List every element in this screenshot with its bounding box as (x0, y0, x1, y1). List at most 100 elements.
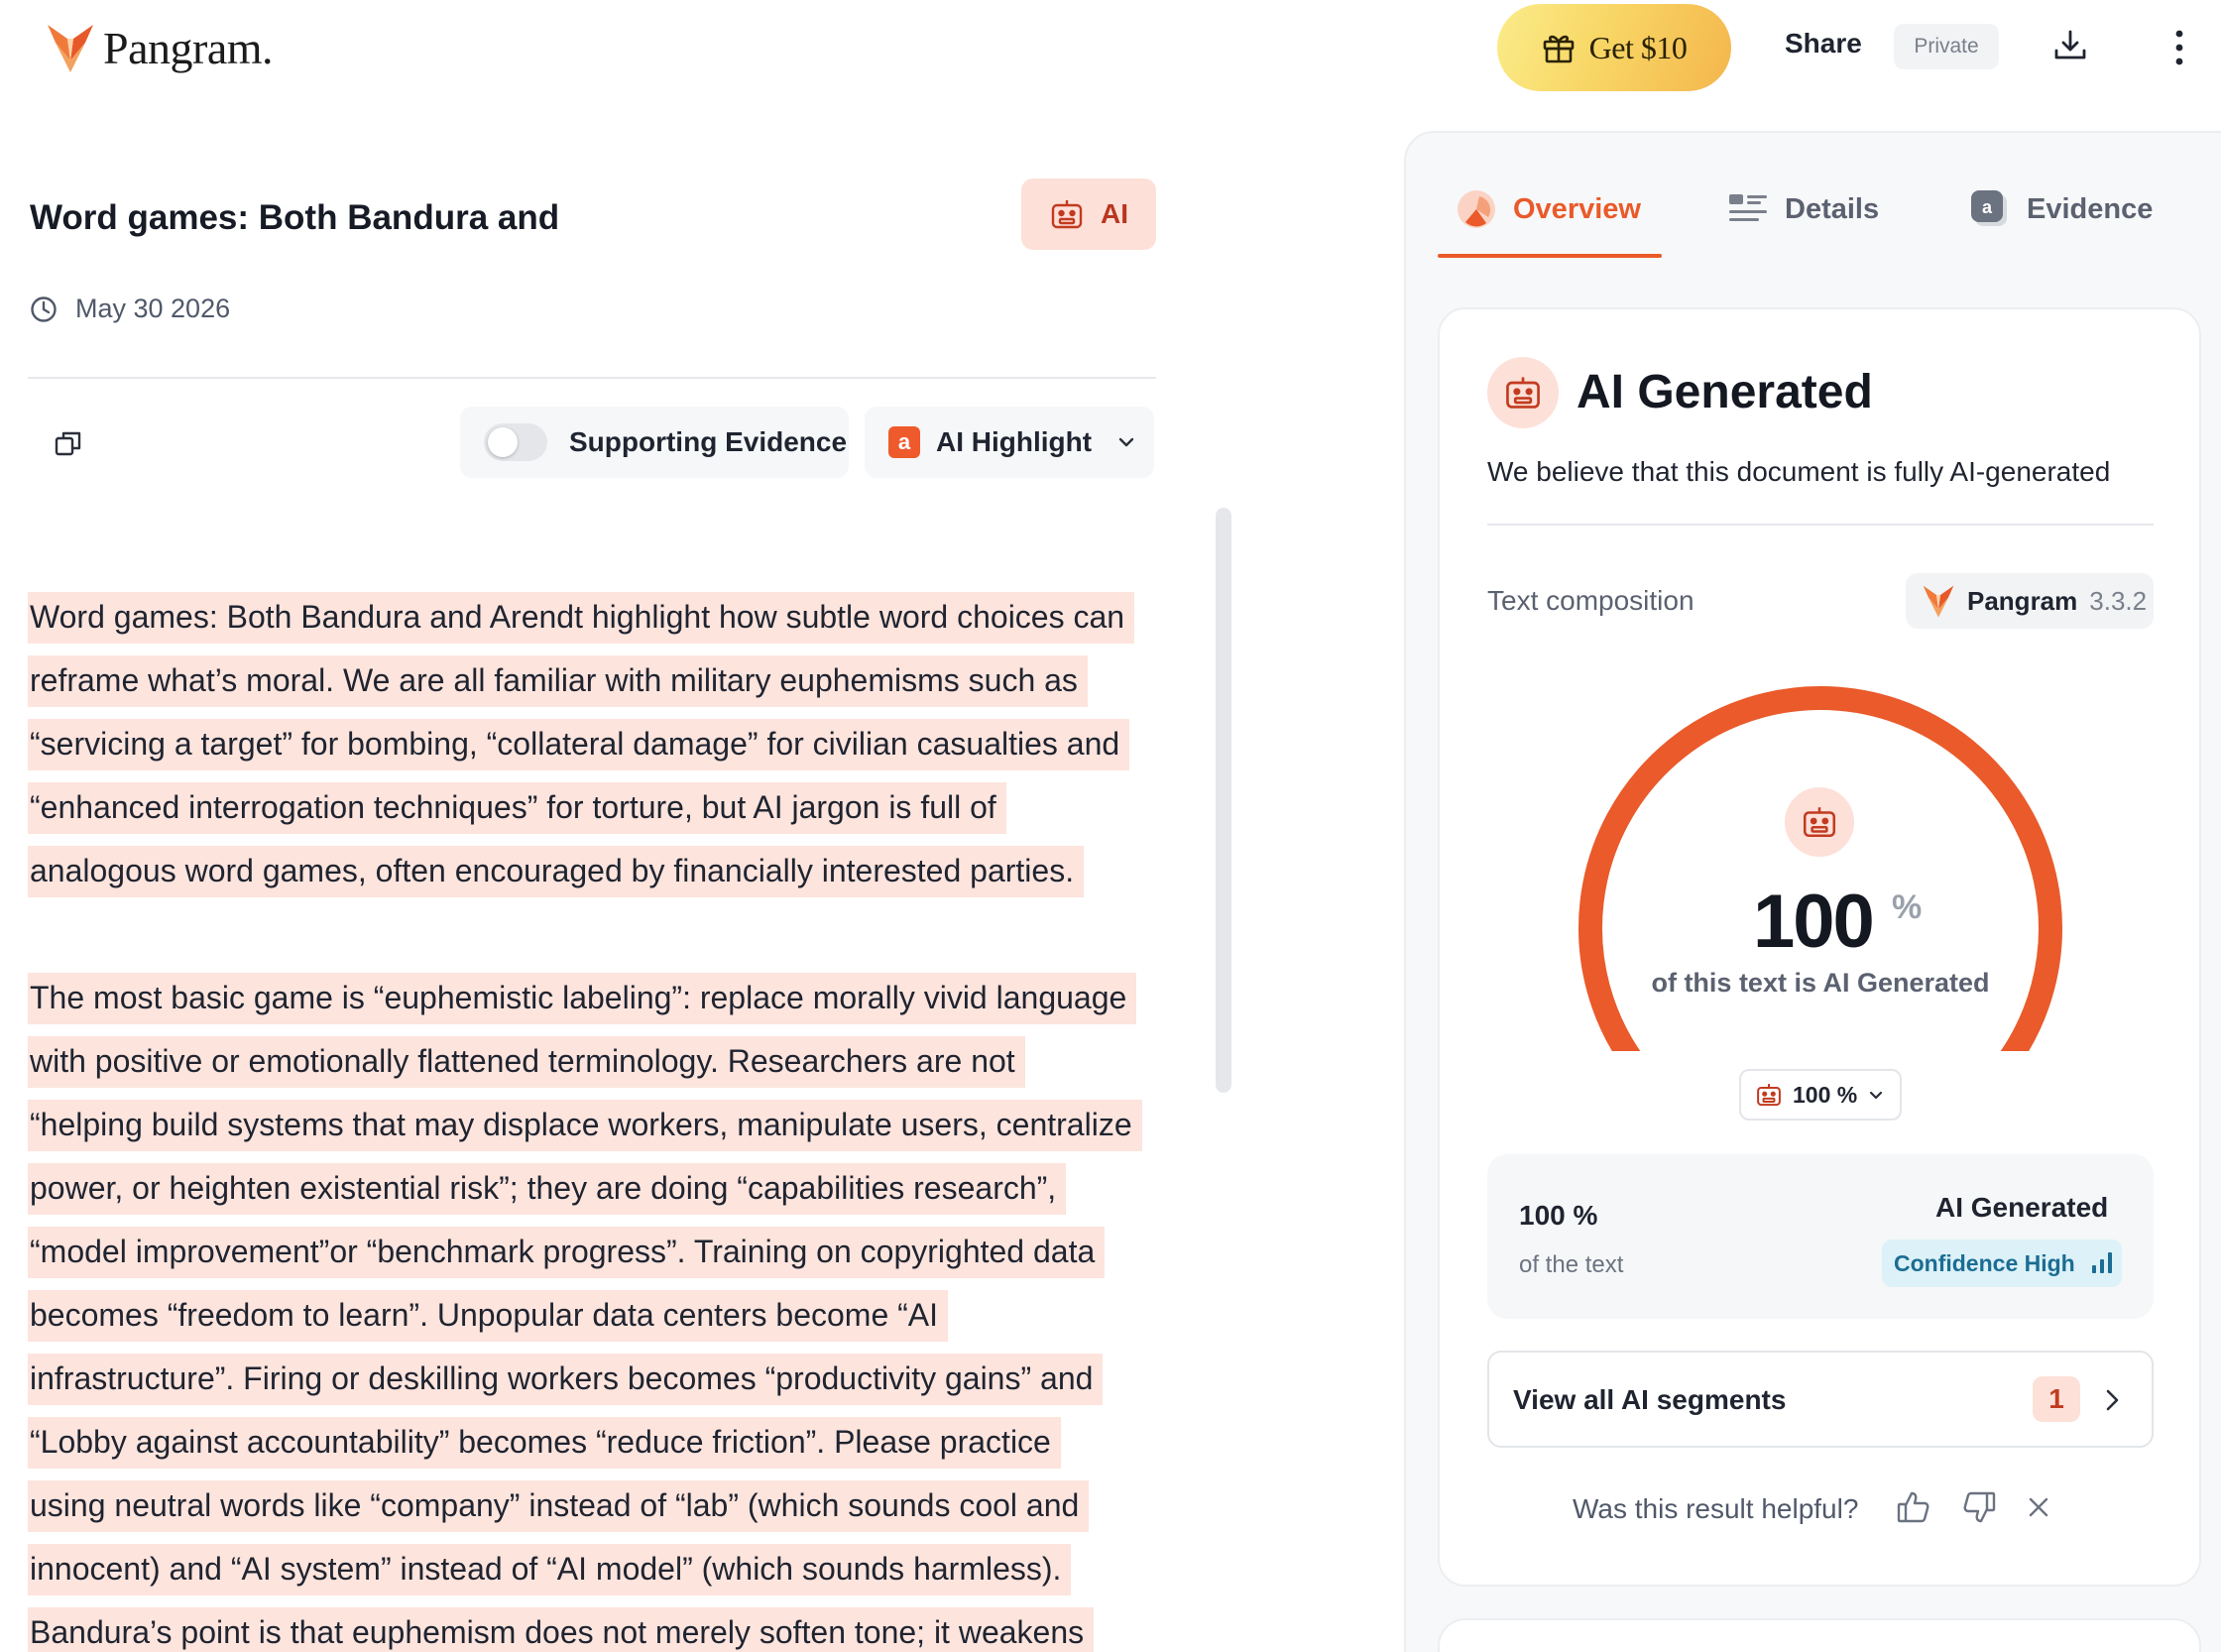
pangram-logo[interactable]: Pangram. (46, 18, 274, 77)
brand-name: Pangram. (103, 22, 274, 73)
fox-logo-icon (48, 25, 93, 72)
highlighted-text: using neutral words like “company” inste… (28, 1480, 1090, 1532)
text-line: “enhanced interrogation techniques” for … (28, 775, 1168, 839)
ai-badge-label: AI (1101, 198, 1128, 229)
chevron-down-icon (1870, 1091, 1883, 1100)
highlight-chip: a (888, 426, 920, 458)
fox-logo-icon (1923, 585, 1954, 618)
header-divider (28, 377, 1156, 379)
tab-overview-label: Overview (1513, 192, 1641, 225)
highlighted-text: infrastructure”. Firing or deskilling wo… (28, 1354, 1104, 1405)
tab-details[interactable]: Details (1727, 188, 1879, 230)
tab-overview[interactable]: Overview (1456, 188, 1641, 230)
highlighted-text: becomes “freedom to learn”. Unpopular da… (28, 1290, 949, 1342)
paragraph: Word games: Both Bandura and Arendt high… (28, 585, 1168, 902)
gauge-icon (1458, 190, 1495, 228)
robot-icon (1803, 807, 1836, 837)
ai-highlight-dropdown[interactable]: a AI Highlight (865, 407, 1154, 478)
text-line: “Lobby against accountability” becomes “… (28, 1410, 1168, 1474)
confidence-label: Confidence High (1894, 1249, 2075, 1276)
download-icon[interactable] (2052, 28, 2088, 63)
model-name: Pangram (1967, 585, 2078, 616)
percentage-dropdown-label: 100 % (1793, 1081, 1858, 1108)
highlighted-text: The most basic game is “euphemistic labe… (28, 973, 1137, 1024)
tab-evidence-label: Evidence (2027, 192, 2154, 225)
highlighted-text: with positive or emotionally flattened t… (28, 1036, 1025, 1088)
gauge-unit: % (1892, 888, 1923, 926)
thumbs-down-icon[interactable] (1961, 1489, 1997, 1525)
visibility-badge[interactable]: Private (1894, 24, 1999, 69)
document-scrollbar[interactable] (1216, 508, 1231, 1093)
highlighted-text: reframe what’s moral. We are all familia… (28, 655, 1088, 707)
highlighted-text: “model improvement”or “benchmark progres… (28, 1227, 1106, 1278)
feedback-question: Was this result helpful? (1573, 1493, 1859, 1524)
text-composition-label: Text composition (1487, 585, 1695, 616)
supporting-evidence-label: Supporting Evidence (569, 426, 848, 457)
text-line: reframe what’s moral. We are all familia… (28, 649, 1168, 712)
chevron-right-icon (2106, 1389, 2119, 1411)
text-line: power, or heighten existential risk”; th… (28, 1156, 1168, 1220)
gauge-robot-avatar (1785, 787, 1854, 857)
text-line: becomes “freedom to learn”. Unpopular da… (28, 1283, 1168, 1347)
referral-label: Get $10 (1588, 29, 1688, 65)
highlighted-text: power, or heighten existential risk”; th… (28, 1163, 1067, 1215)
model-version: 3.3.2 (2089, 585, 2148, 616)
gauge-caption: of this text is AI Generated (1651, 968, 1990, 998)
highlighted-text: “enhanced interrogation techniques” for … (28, 782, 1006, 834)
thumbs-up-icon[interactable] (1896, 1489, 1931, 1525)
text-line: using neutral words like “company” inste… (28, 1474, 1168, 1537)
card-divider (1487, 524, 2154, 526)
paragraph: The most basic game is “euphemistic labe… (28, 966, 1168, 1652)
close-icon[interactable] (2025, 1493, 2052, 1521)
view-all-segments-label: View all AI segments (1513, 1384, 1787, 1415)
toggle-switch[interactable] (484, 423, 547, 461)
text-line: “model improvement”or “benchmark progres… (28, 1220, 1168, 1283)
secondary-card (1438, 1618, 2201, 1652)
text-line: with positive or emotionally flattened t… (28, 1029, 1168, 1093)
text-line: infrastructure”. Firing or deskilling wo… (28, 1347, 1168, 1410)
document-body: Word games: Both Bandura and Arendt high… (28, 585, 1168, 1652)
share-button[interactable]: Share (1785, 28, 1862, 59)
ai-verdict-badge: AI (1021, 178, 1156, 250)
model-version-chip: Pangram 3.3.2 (1906, 573, 2154, 629)
summary-label: AI Generated (1935, 1192, 2109, 1223)
text-line: “servicing a target” for bombing, “colla… (28, 712, 1168, 775)
signal-bars-icon (2091, 1252, 2112, 1273)
evidence-chip-icon: a (1971, 190, 2007, 226)
highlighted-text: “helping build systems that may displace… (28, 1100, 1142, 1151)
summary-percentage: 100 % (1519, 1200, 1598, 1231)
active-tab-indicator (1438, 254, 1662, 258)
summary-of-text: of the text (1519, 1251, 1624, 1278)
document-date: May 30 2026 (30, 294, 230, 324)
highlighted-text: “Lobby against accountability” becomes “… (28, 1417, 1061, 1469)
text-line: innocent) and “AI system” instead of “AI… (28, 1537, 1168, 1600)
robot-icon (1757, 1084, 1781, 1107)
copy-icon[interactable] (54, 428, 83, 458)
result-robot-avatar (1487, 357, 1559, 428)
segment-count-badge: 1 (2033, 1376, 2080, 1422)
percentage-dropdown[interactable]: 100 % (1739, 1069, 1902, 1121)
result-subtitle: We believe that this document is fully A… (1487, 456, 2111, 487)
confidence-badge: Confidence High (1882, 1239, 2122, 1287)
result-title: AI Generated (1577, 366, 1873, 418)
supporting-evidence-toggle[interactable]: Supporting Evidence (460, 407, 849, 478)
highlighted-text: Bandura’s point is that euphemism does n… (28, 1607, 1095, 1652)
highlighted-text: analogous word games, often encouraged b… (28, 846, 1085, 897)
kebab-menu-icon[interactable] (2167, 28, 2191, 67)
date-text: May 30 2026 (75, 294, 231, 323)
text-line: Word games: Both Bandura and Arendt high… (28, 585, 1168, 649)
robot-icon (1051, 200, 1083, 229)
highlighted-text: innocent) and “AI system” instead of “AI… (28, 1544, 1072, 1595)
highlighted-text: Word games: Both Bandura and Arendt high… (28, 592, 1135, 644)
result-summary-box (1487, 1154, 2154, 1319)
gauge-value: 100 (1753, 880, 1875, 964)
document-title: Word games: Both Bandura and (30, 198, 560, 237)
highlighted-text: “servicing a target” for bombing, “colla… (28, 719, 1130, 770)
tab-details-label: Details (1785, 192, 1880, 225)
gift-icon (1543, 35, 1574, 63)
referral-button[interactable]: Get $10 (1497, 4, 1731, 91)
ai-highlight-label: AI Highlight (936, 426, 1093, 457)
tab-evidence[interactable]: a Evidence (1969, 188, 2153, 230)
text-line: Bandura’s point is that euphemism does n… (28, 1600, 1168, 1652)
list-lines-icon (1729, 194, 1767, 221)
